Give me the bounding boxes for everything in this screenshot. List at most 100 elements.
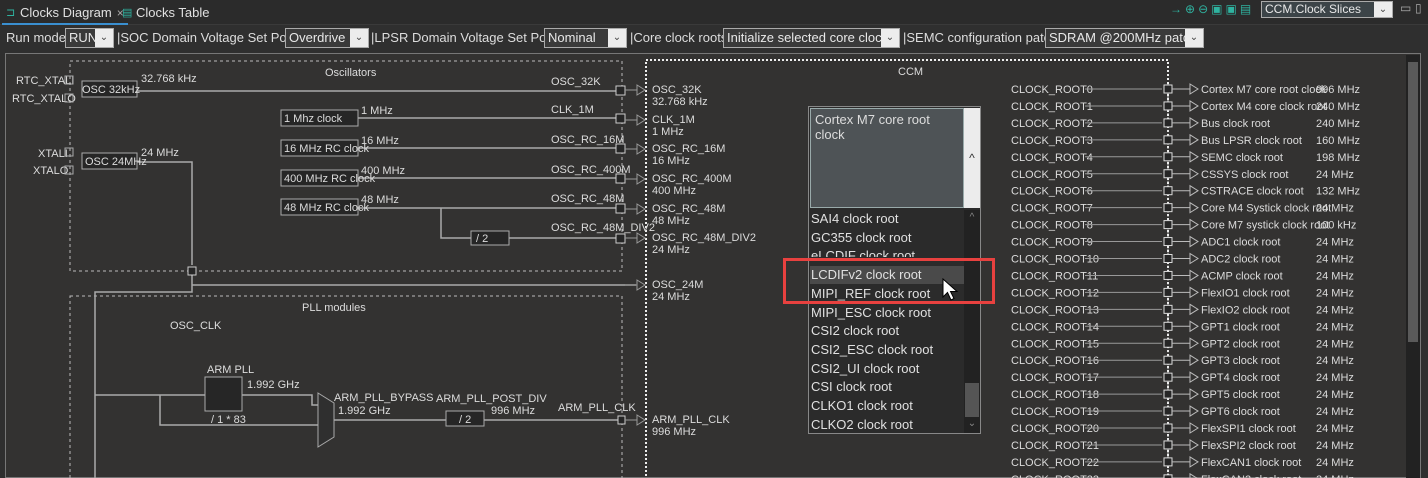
- clock-root-freq: 996 MHz: [1316, 84, 1360, 96]
- output-arrow-icon: [625, 279, 646, 291]
- output-arrow-icon: [1172, 455, 1199, 468]
- clock-root-freq: 198 MHz: [1316, 152, 1360, 164]
- clock-root-row[interactable]: CLOCK_ROOT18 GPT5 clock root 24 MHz: [1011, 388, 1354, 407]
- clock-root-name[interactable]: GPT6 clock root: [1201, 406, 1280, 418]
- osc32-box[interactable]: OSC 32kHz: [82, 84, 140, 96]
- clock-root-name[interactable]: GPT3 clock root: [1201, 355, 1280, 367]
- clock-root-name[interactable]: Core M4 Systick clock root: [1201, 203, 1331, 215]
- clock-root-freq: 24 MHz: [1316, 254, 1354, 266]
- clock-root-row[interactable]: CLOCK_ROOT11 ACMP clock root 24 MHz: [1011, 269, 1354, 288]
- output-freq: 24 MHz: [652, 244, 690, 256]
- clock-root-row[interactable]: CLOCK_ROOT22 FlexCAN1 clock root 24 MHz: [1011, 455, 1354, 474]
- clock-root-name[interactable]: Cortex M7 core root clock: [1201, 84, 1327, 96]
- dropdown-item[interactable]: GC355 clock root: [810, 229, 964, 247]
- pll-title: PLL modules: [302, 302, 366, 314]
- dropdown-item[interactable]: CSI2 clock root: [810, 322, 964, 340]
- clock-root-row[interactable]: CLOCK_ROOT12 FlexIO1 clock root 24 MHz: [1011, 286, 1354, 305]
- clock-root-row[interactable]: CLOCK_ROOT20 FlexSPI1 clock root 24 MHz: [1011, 422, 1354, 440]
- clock-root-name[interactable]: CSSYS clock root: [1201, 169, 1288, 181]
- scrollbar-thumb[interactable]: [965, 383, 979, 417]
- clock-root-name[interactable]: ADC1 clock root: [1201, 237, 1280, 249]
- clock-root-row[interactable]: CLOCK_ROOT21 FlexSPI2 clock root 24 MHz: [1011, 439, 1354, 457]
- clock-root-name[interactable]: Cortex M4 core clock root: [1201, 101, 1326, 113]
- clock-root-name[interactable]: FlexSPI2 clock root: [1201, 440, 1296, 452]
- clock-root-name[interactable]: Bus clock root: [1201, 118, 1270, 130]
- output-freq: 16 MHz: [652, 155, 690, 167]
- clock-root-row[interactable]: CLOCK_ROOT2 Bus clock root 240 MHz: [1011, 116, 1360, 135]
- output-freq: 400 MHz: [652, 185, 696, 197]
- dropdown-item[interactable]: SAI4 clock root: [810, 210, 964, 228]
- dropdown-item[interactable]: MIPI_ESC clock root: [810, 304, 964, 322]
- clock-root-name[interactable]: CSTRACE clock root: [1201, 186, 1304, 198]
- clock-root-freq: 24 MHz: [1316, 457, 1354, 469]
- output-arrow-icon: [1172, 235, 1199, 248]
- osc24-box[interactable]: OSC 24MHz: [85, 156, 147, 168]
- source-box[interactable]: 48 MHz RC clock: [284, 202, 369, 214]
- clock-root-row[interactable]: CLOCK_ROOT4 SEMC clock root 198 MHz: [1011, 150, 1360, 169]
- output-arrow-icon: [1172, 303, 1199, 316]
- clock-root-name[interactable]: ADC2 clock root: [1201, 254, 1280, 266]
- clock-root-name[interactable]: ACMP clock root: [1201, 270, 1283, 282]
- clock-root-row[interactable]: CLOCK_ROOT1 Cortex M4 core clock root240 …: [1011, 100, 1360, 118]
- pins: RTC_XTALI RTC_XTALO XTALI XTALO: [12, 75, 76, 177]
- clock-root-row[interactable]: CLOCK_ROOT13 FlexIO2 clock root 24 MHz: [1011, 303, 1354, 322]
- clock-root-name[interactable]: FlexCAN2 clock root: [1201, 474, 1301, 478]
- clock-root-name[interactable]: FlexIO2 clock root: [1201, 304, 1290, 316]
- clock-root-name[interactable]: Core M7 systick clock root: [1201, 220, 1329, 232]
- clock-root-freq: 24 MHz: [1316, 423, 1354, 435]
- osc32-freq: 32.768 kHz: [141, 73, 197, 85]
- scrollbar-thumb[interactable]: [1408, 62, 1418, 342]
- clock-root-row[interactable]: CLOCK_ROOT19 GPT6 clock root 24 MHz: [1011, 405, 1354, 424]
- dropdown-item[interactable]: CSI2_ESC clock root: [810, 341, 964, 359]
- div2-box[interactable]: / 2: [476, 233, 488, 245]
- output-freq: 996 MHz: [652, 426, 696, 438]
- clock-root-name[interactable]: GPT2 clock root: [1201, 338, 1280, 350]
- junction: [1163, 457, 1173, 467]
- clock-root-name[interactable]: GPT5 clock root: [1201, 389, 1280, 401]
- scroll-up-icon[interactable]: ^: [964, 212, 980, 223]
- clock-root-row[interactable]: CLOCK_ROOT14 GPT1 clock root 24 MHz: [1011, 320, 1354, 339]
- scroll-down-icon[interactable]: ⌄: [964, 418, 980, 429]
- clock-root-row[interactable]: CLOCK_ROOT17 GPT4 clock root 24 MHz: [1011, 371, 1354, 390]
- output-arrow-icon: [1172, 150, 1199, 163]
- output-name: OSC_RC_16M: [652, 143, 725, 155]
- dropdown-item[interactable]: CLKO2 clock root: [810, 416, 964, 434]
- clock-root-row[interactable]: CLOCK_ROOT0 Cortex M7 core root clock996 …: [1011, 83, 1360, 101]
- clock-root-row[interactable]: CLOCK_ROOT23 FlexCAN2 clock root 24 MHz: [1011, 472, 1354, 478]
- clock-root-row[interactable]: CLOCK_ROOT6 CSTRACE clock root 132 MHz: [1011, 184, 1360, 203]
- source-box[interactable]: 1 Mhz clock: [284, 113, 343, 125]
- clock-root-freq: 24 MHz: [1316, 304, 1354, 316]
- clock-root-name[interactable]: FlexCAN1 clock root: [1201, 457, 1301, 469]
- clock-root-row[interactable]: CLOCK_ROOT10 ADC2 clock root 24 MHz: [1011, 252, 1354, 271]
- clock-root-name[interactable]: GPT4 clock root: [1201, 372, 1280, 384]
- clock-root-id: CLOCK_ROOT0: [1011, 84, 1093, 96]
- clock-root-name[interactable]: FlexIO1 clock root: [1201, 287, 1290, 299]
- clock-root-name[interactable]: GPT1 clock root: [1201, 321, 1280, 333]
- chevron-up-icon[interactable]: ^: [964, 108, 980, 208]
- dropdown-item[interactable]: CSI clock root: [810, 378, 964, 396]
- junction: [1163, 254, 1173, 263]
- dropdown-scrollbar[interactable]: ^ ⌄: [964, 210, 980, 433]
- output-name: OSC_RC_48M_DIV2: [652, 232, 756, 244]
- clock-root-row[interactable]: CLOCK_ROOT8 Core M7 systick clock root100…: [1011, 218, 1356, 237]
- clock-root-row[interactable]: CLOCK_ROOT16 GPT3 clock root 24 MHz: [1011, 354, 1354, 373]
- clock-root-name[interactable]: FlexSPI1 clock root: [1201, 423, 1296, 435]
- dropdown-selected[interactable]: Cortex M7 core root clock: [810, 108, 964, 208]
- clock-root-row[interactable]: CLOCK_ROOT9 ADC1 clock root 24 MHz: [1011, 235, 1354, 254]
- output-name: OSC_24M: [652, 279, 703, 291]
- post-div-box[interactable]: / 2: [459, 414, 471, 426]
- dropdown-item[interactable]: CLKO1 clock root: [810, 397, 964, 415]
- source-box[interactable]: 16 MHz RC clock: [284, 143, 369, 155]
- clock-root-row[interactable]: CLOCK_ROOT7 Core M4 Systick clock root24 …: [1011, 201, 1354, 220]
- source-freq: 1 MHz: [361, 105, 393, 117]
- signal-label: ARM_PLL_CLK: [558, 402, 636, 414]
- dropdown-item[interactable]: eLCDIF clock root: [810, 247, 964, 257]
- junction: [1163, 101, 1173, 111]
- clock-root-row[interactable]: CLOCK_ROOT5 CSSYS clock root 24 MHz: [1011, 167, 1354, 186]
- clock-root-row[interactable]: CLOCK_ROOT15 GPT2 clock root 24 MHz: [1011, 337, 1354, 356]
- dropdown-item[interactable]: CSI2_UI clock root: [810, 360, 964, 378]
- clock-root-name[interactable]: SEMC clock root: [1201, 152, 1283, 164]
- clock-root-row[interactable]: CLOCK_ROOT3 Bus LPSR clock root 160 MHz: [1011, 133, 1360, 152]
- clock-root-name[interactable]: Bus LPSR clock root: [1201, 135, 1302, 147]
- junction: [1163, 186, 1173, 196]
